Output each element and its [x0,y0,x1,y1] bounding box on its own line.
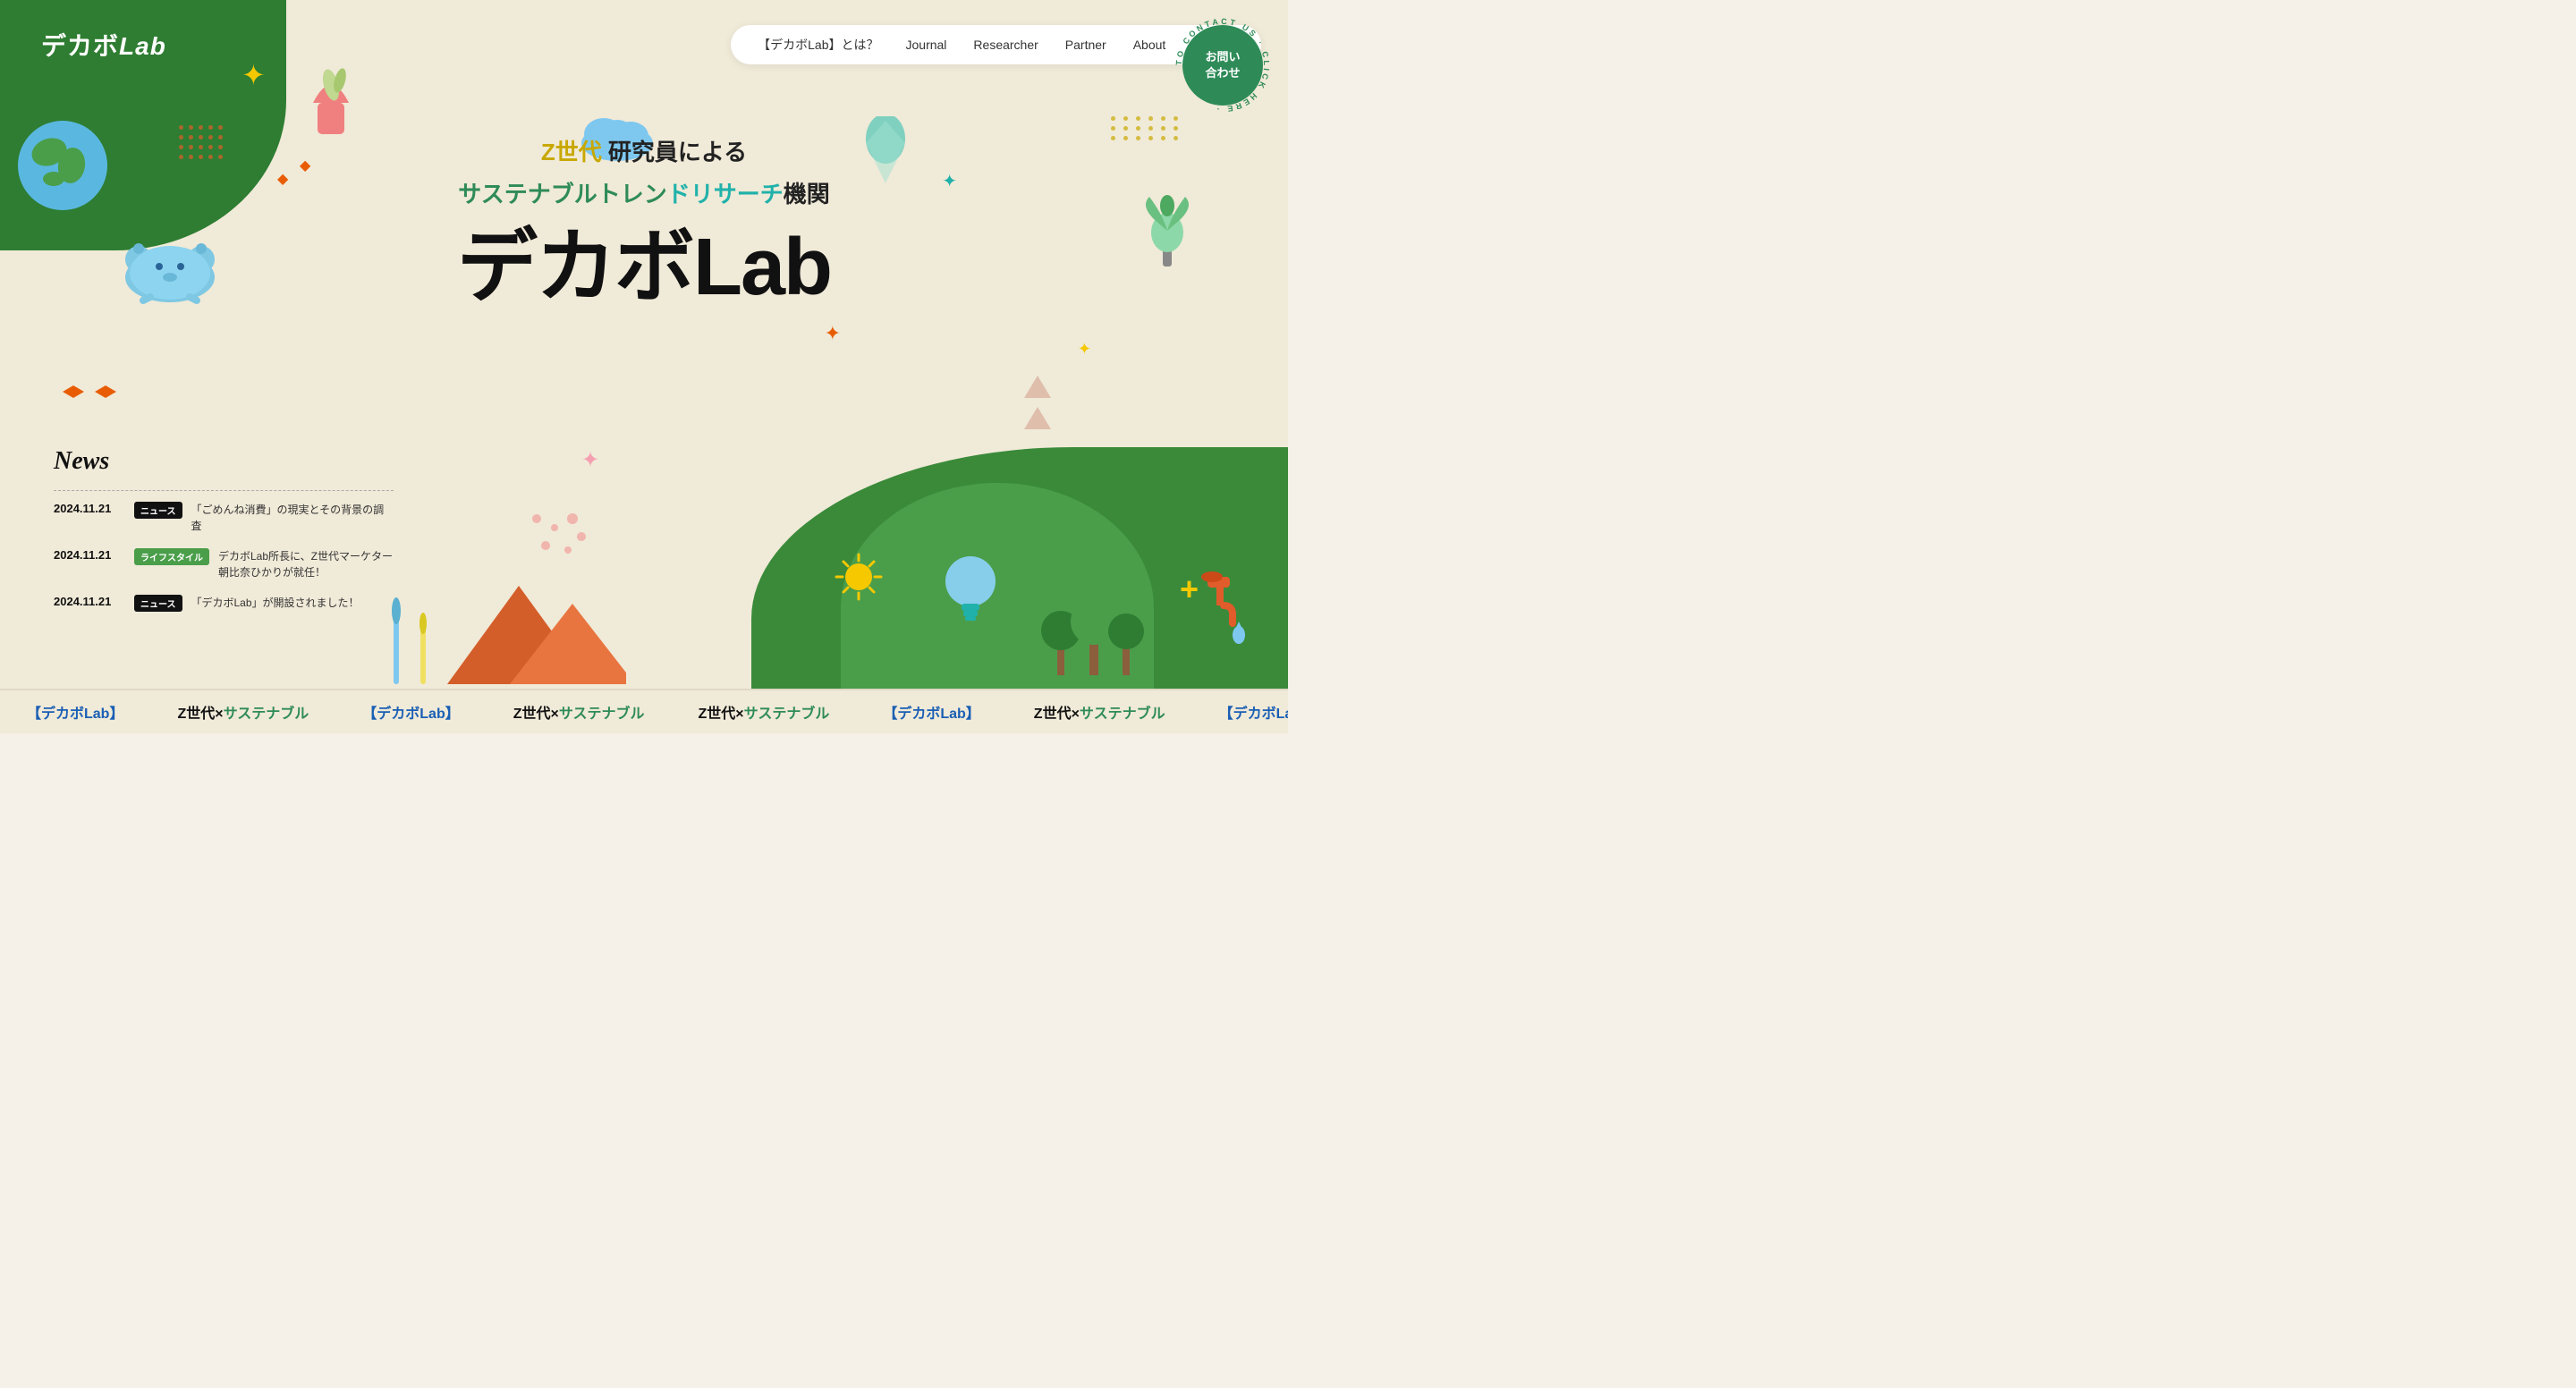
news-section: News 2024.11.21 ニュース 「ごめんね消費」の現実とその背景の調査… [54,447,394,626]
news-item-1[interactable]: 2024.11.21 ニュース 「ごめんね消費」の現実とその背景の調査 [54,502,394,534]
site-logo[interactable]: デカボLab [27,20,181,70]
teal-sparkle-icon: ✦ [942,170,957,192]
ticker-bar: 【デカボLab】 Z世代×サステナブル 【デカボLab】 Z世代×サステナブル … [0,689,1288,733]
pink-dots-deco [519,501,590,577]
tagline-green: サステナブルトレン [458,181,666,207]
nav-researcher[interactable]: Researcher [973,38,1038,52]
nav-journal[interactable]: Journal [906,38,947,52]
contact-label-2: 合わせ [1205,65,1240,81]
ticker-item-6: 【デカボLab】 [856,701,1006,723]
ticker-item-2: Z世代×サステナブル [150,701,335,723]
teal-gem-icon [859,116,912,192]
news-text-2: デカボLab所長に、Z世代マーケター朝比奈ひかりが就任！ [218,548,394,580]
lightbulb-icon [939,550,1002,644]
hero-subtitle: Z世代 研究員による [457,134,831,167]
news-tag-3: ニュース [134,595,182,612]
tagline-rest: 機関 [784,181,830,207]
tagline-teal: ドリサーチ [667,181,784,207]
hero-logo-main: デカボLab [457,227,831,308]
news-date-2: 2024.11.21 [54,548,125,562]
news-tag-2: ライフスタイル [134,548,209,565]
sparkle-right-mid: ✦ [1078,340,1091,359]
contact-label-1: お問い [1205,49,1240,65]
bear-icon [116,233,224,309]
plus-icon: + [1180,571,1199,608]
nav-about[interactable]: About [1133,38,1166,52]
contact-outer: TO CONTACT US · CLICK HERE · お問い 合わせ [1174,16,1272,114]
nav-partner[interactable]: Partner [1065,38,1106,52]
trees-deco [1038,563,1145,684]
earth-icon [13,116,112,215]
subtitle-rest: 研究員による [602,139,747,165]
contact-button[interactable]: お問い 合わせ [1182,25,1263,106]
news-date-3: 2024.11.21 [54,595,125,608]
sparkle-right-lower: ✦ [825,322,841,345]
news-text-1: 「ごめんね消費」の現実とその背景の調査 [191,502,394,534]
nav-about-lab[interactable]: 【デカボLab】とは？ [758,36,878,54]
hero-tagline: サステナブルトレンドリサーチ機関 [457,176,831,209]
subtitle-highlight: Z世代 [541,139,602,165]
ticker-item-4: Z世代×サステナブル [487,701,672,723]
ticker-content: 【デカボLab】 Z世代×サステナブル 【デカボLab】 Z世代×サステナブル … [0,701,1288,723]
triangle-deco [1020,376,1055,452]
ticker-item-7: Z世代×サステナブル [1007,701,1192,723]
ticker-item-5: Z世代×サステナブル [672,701,857,723]
logo-lab: Lab [119,32,166,60]
logo-text: デカボ [41,32,119,60]
pink-sparkle-center: ✦ [581,447,599,473]
hero-content: Z世代 研究員による サステナブルトレンドリサーチ機関 デカボLab [457,134,831,308]
sun-icon [832,550,886,608]
ticker-item-8: 【デカボLab】 [1192,701,1288,723]
news-item-3[interactable]: 2024.11.21 ニュース 「デカボLab」が開設されました！ [54,595,394,612]
diamond-orange-pair [63,385,116,416]
hero-section: デカボLab 【デカボLab】とは？ Journal Researcher Pa… [0,0,1288,733]
plant-right-icon [1136,179,1199,273]
news-date-1: 2024.11.21 [54,502,125,515]
news-tag-1: ニュース [134,502,182,519]
contact-wrapper: TO CONTACT US · CLICK HERE · お問い 合わせ [1174,16,1272,114]
sparkle-orange-icon-2: ◆ [300,157,310,174]
news-item-2[interactable]: 2024.11.21 ライフスタイル デカボLab所長に、Z世代マーケター朝比奈… [54,548,394,580]
news-text-3: 「デカボLab」が開設されました！ [191,595,360,611]
sparkle-orange-icon-1: ◆ [277,170,288,188]
news-divider [54,490,394,491]
news-title: News [54,447,394,476]
header: デカボLab 【デカボLab】とは？ Journal Researcher Pa… [0,0,1288,89]
dots-pattern [179,125,223,165]
ticker-item-3: 【デカボLab】 [335,701,486,723]
dots-pattern-right [1111,116,1181,140]
ticker-item-1: 【デカボLab】 [0,701,150,723]
mountains-icon [447,577,626,689]
